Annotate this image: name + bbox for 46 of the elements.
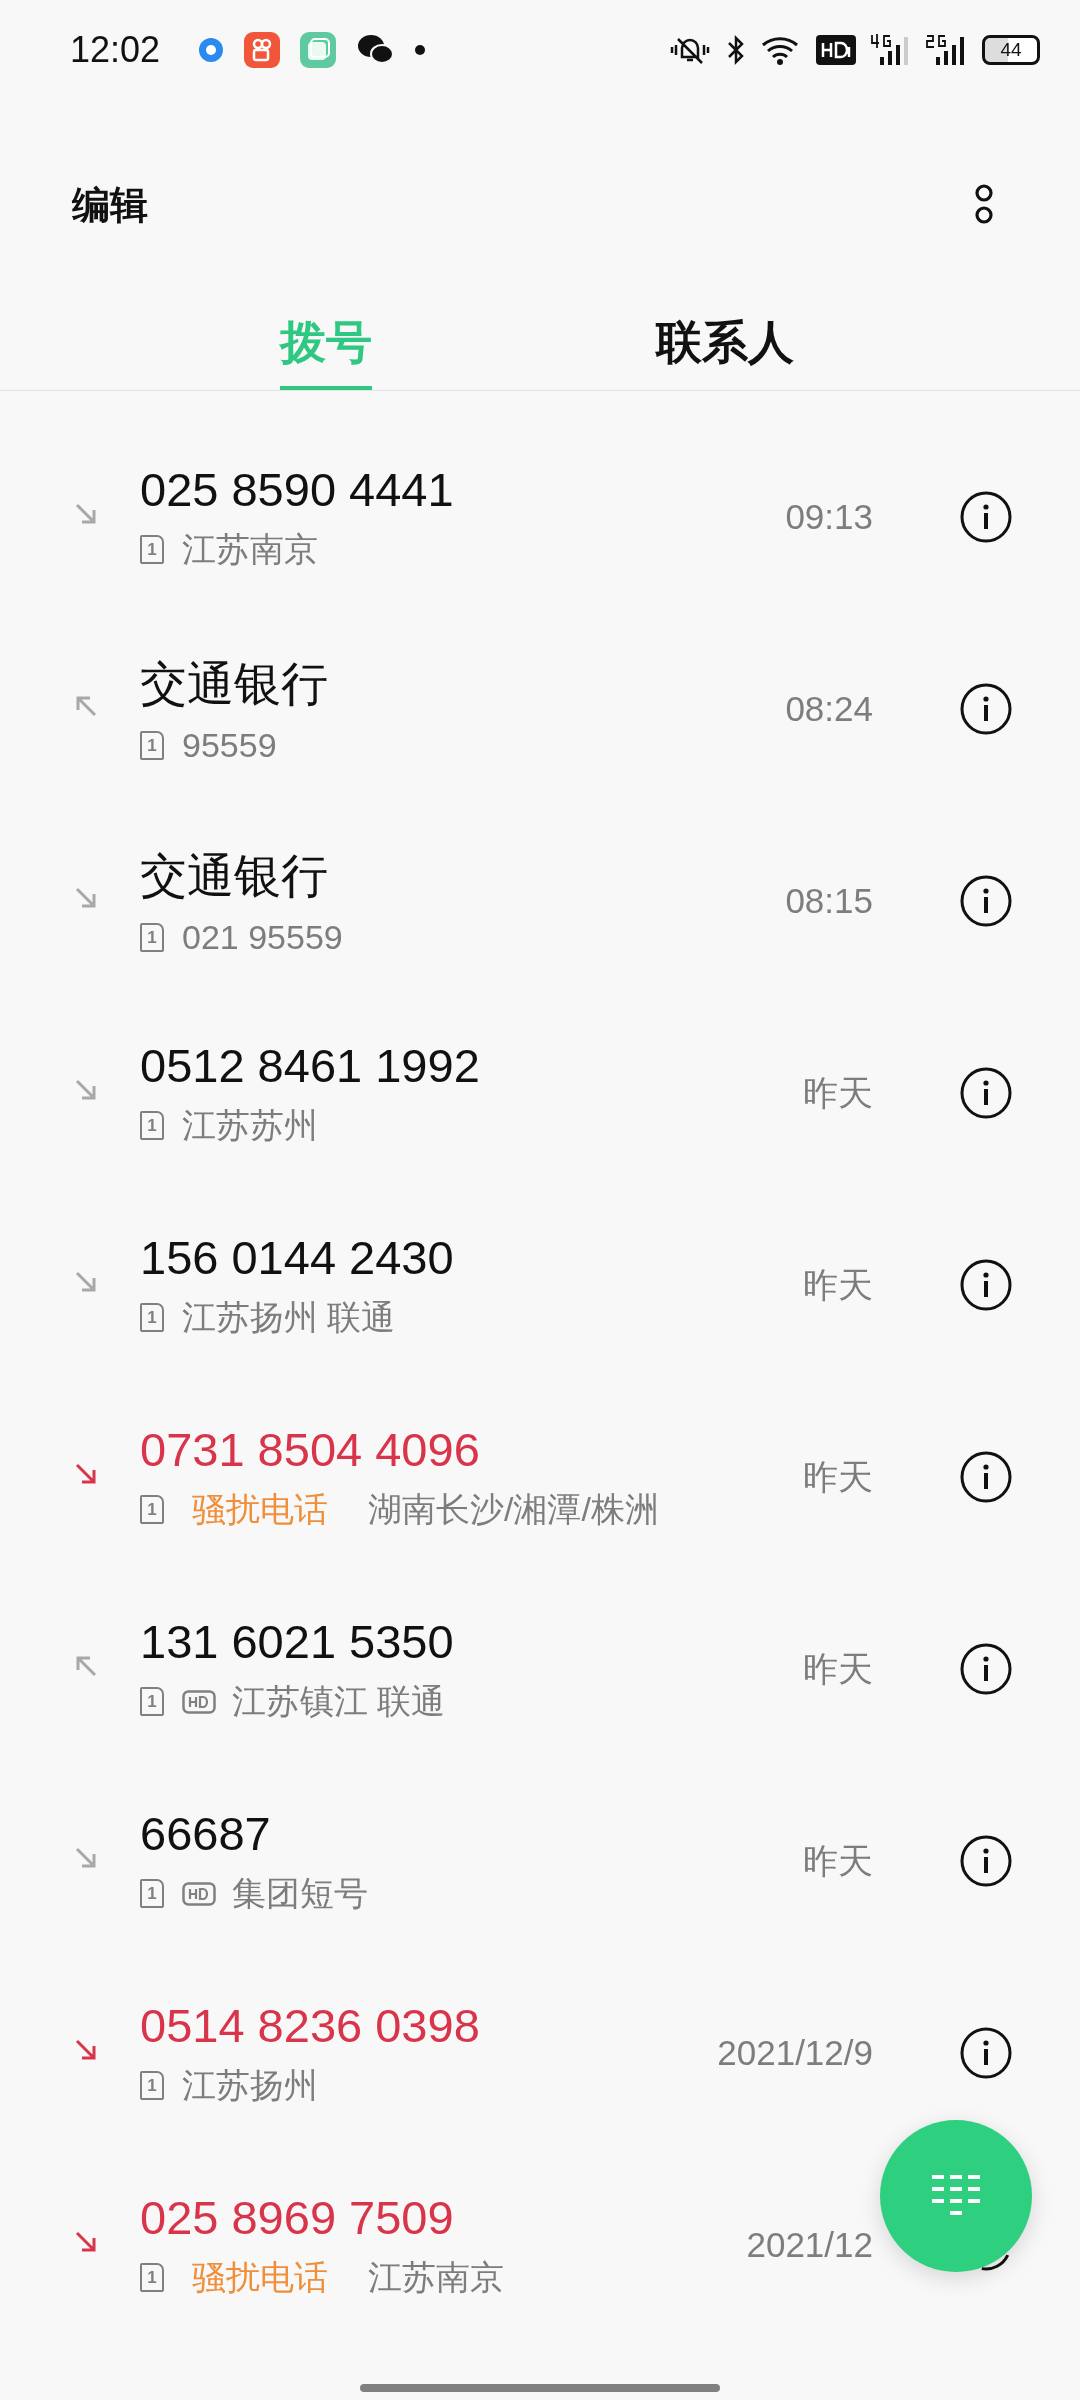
sim-card-icon: 1: [140, 1879, 164, 1908]
call-time: 2021/12/9: [717, 2033, 873, 2073]
call-time: 昨天: [803, 1455, 873, 1498]
call-time: 09:13: [785, 497, 873, 537]
call-time: 昨天: [803, 1647, 873, 1690]
tab[interactable]: 联系人: [656, 284, 794, 390]
caller-number: 交通银行: [140, 656, 329, 712]
caller-location: 江苏苏州: [182, 1104, 318, 1146]
edit-link[interactable]: 编辑: [72, 179, 148, 231]
sim-card-icon: 1: [140, 2263, 164, 2292]
spam-tag: 骚扰电话: [192, 2254, 328, 2301]
sim-card-icon: 1: [140, 1303, 164, 1332]
sim-card-icon: 1: [140, 731, 164, 760]
call-time: 2021/12: [746, 2225, 873, 2265]
caller-location: 江苏南京: [368, 2256, 504, 2298]
status-time: 12:02: [70, 29, 161, 71]
sim-card-icon: 1: [140, 535, 164, 564]
sim-card-icon: 1: [140, 923, 164, 952]
spam-tag: 骚扰电话: [192, 1486, 328, 1533]
caller-location: 021 95559: [182, 918, 343, 957]
caller-location: 95559: [182, 726, 277, 765]
call-time: 昨天: [803, 1263, 873, 1306]
caller-number: 交通银行: [140, 848, 329, 904]
caller-location: 江苏扬州 联通: [182, 1296, 396, 1338]
caller-number: 025 8969 7509: [140, 2189, 455, 2245]
caller-location: 江苏南京: [182, 528, 318, 570]
caller-number: 025 8590 4441: [140, 461, 455, 517]
caller-number: 0731 8504 4096: [140, 1421, 481, 1477]
call-time: 08:24: [785, 689, 873, 729]
call-time: 昨天: [803, 1839, 873, 1882]
caller-number: 156 0144 2430: [140, 1229, 455, 1285]
sim-card-icon: 1: [140, 1111, 164, 1140]
call-time: 昨天: [803, 1071, 873, 1114]
sim-card-icon: 1: [140, 1687, 164, 1716]
call-time: 08:15: [785, 881, 873, 921]
caller-number: 66687: [140, 1805, 272, 1861]
battery-indicator: 44: [982, 35, 1040, 65]
caller-location: 湖南长沙/湘潭/株洲: [368, 1488, 659, 1530]
caller-location: 江苏镇江 联通: [232, 1680, 446, 1722]
caller-location: 集团短号: [232, 1872, 368, 1914]
caller-number: 131 6021 5350: [140, 1613, 455, 1669]
caller-number: 0512 8461 1992: [140, 1037, 481, 1093]
sim-card-icon: 1: [140, 1495, 164, 1524]
sim-card-icon: 1: [140, 2071, 164, 2100]
caller-location: 江苏扬州: [182, 2064, 318, 2106]
caller-number: 0514 8236 0398: [140, 1997, 481, 2053]
